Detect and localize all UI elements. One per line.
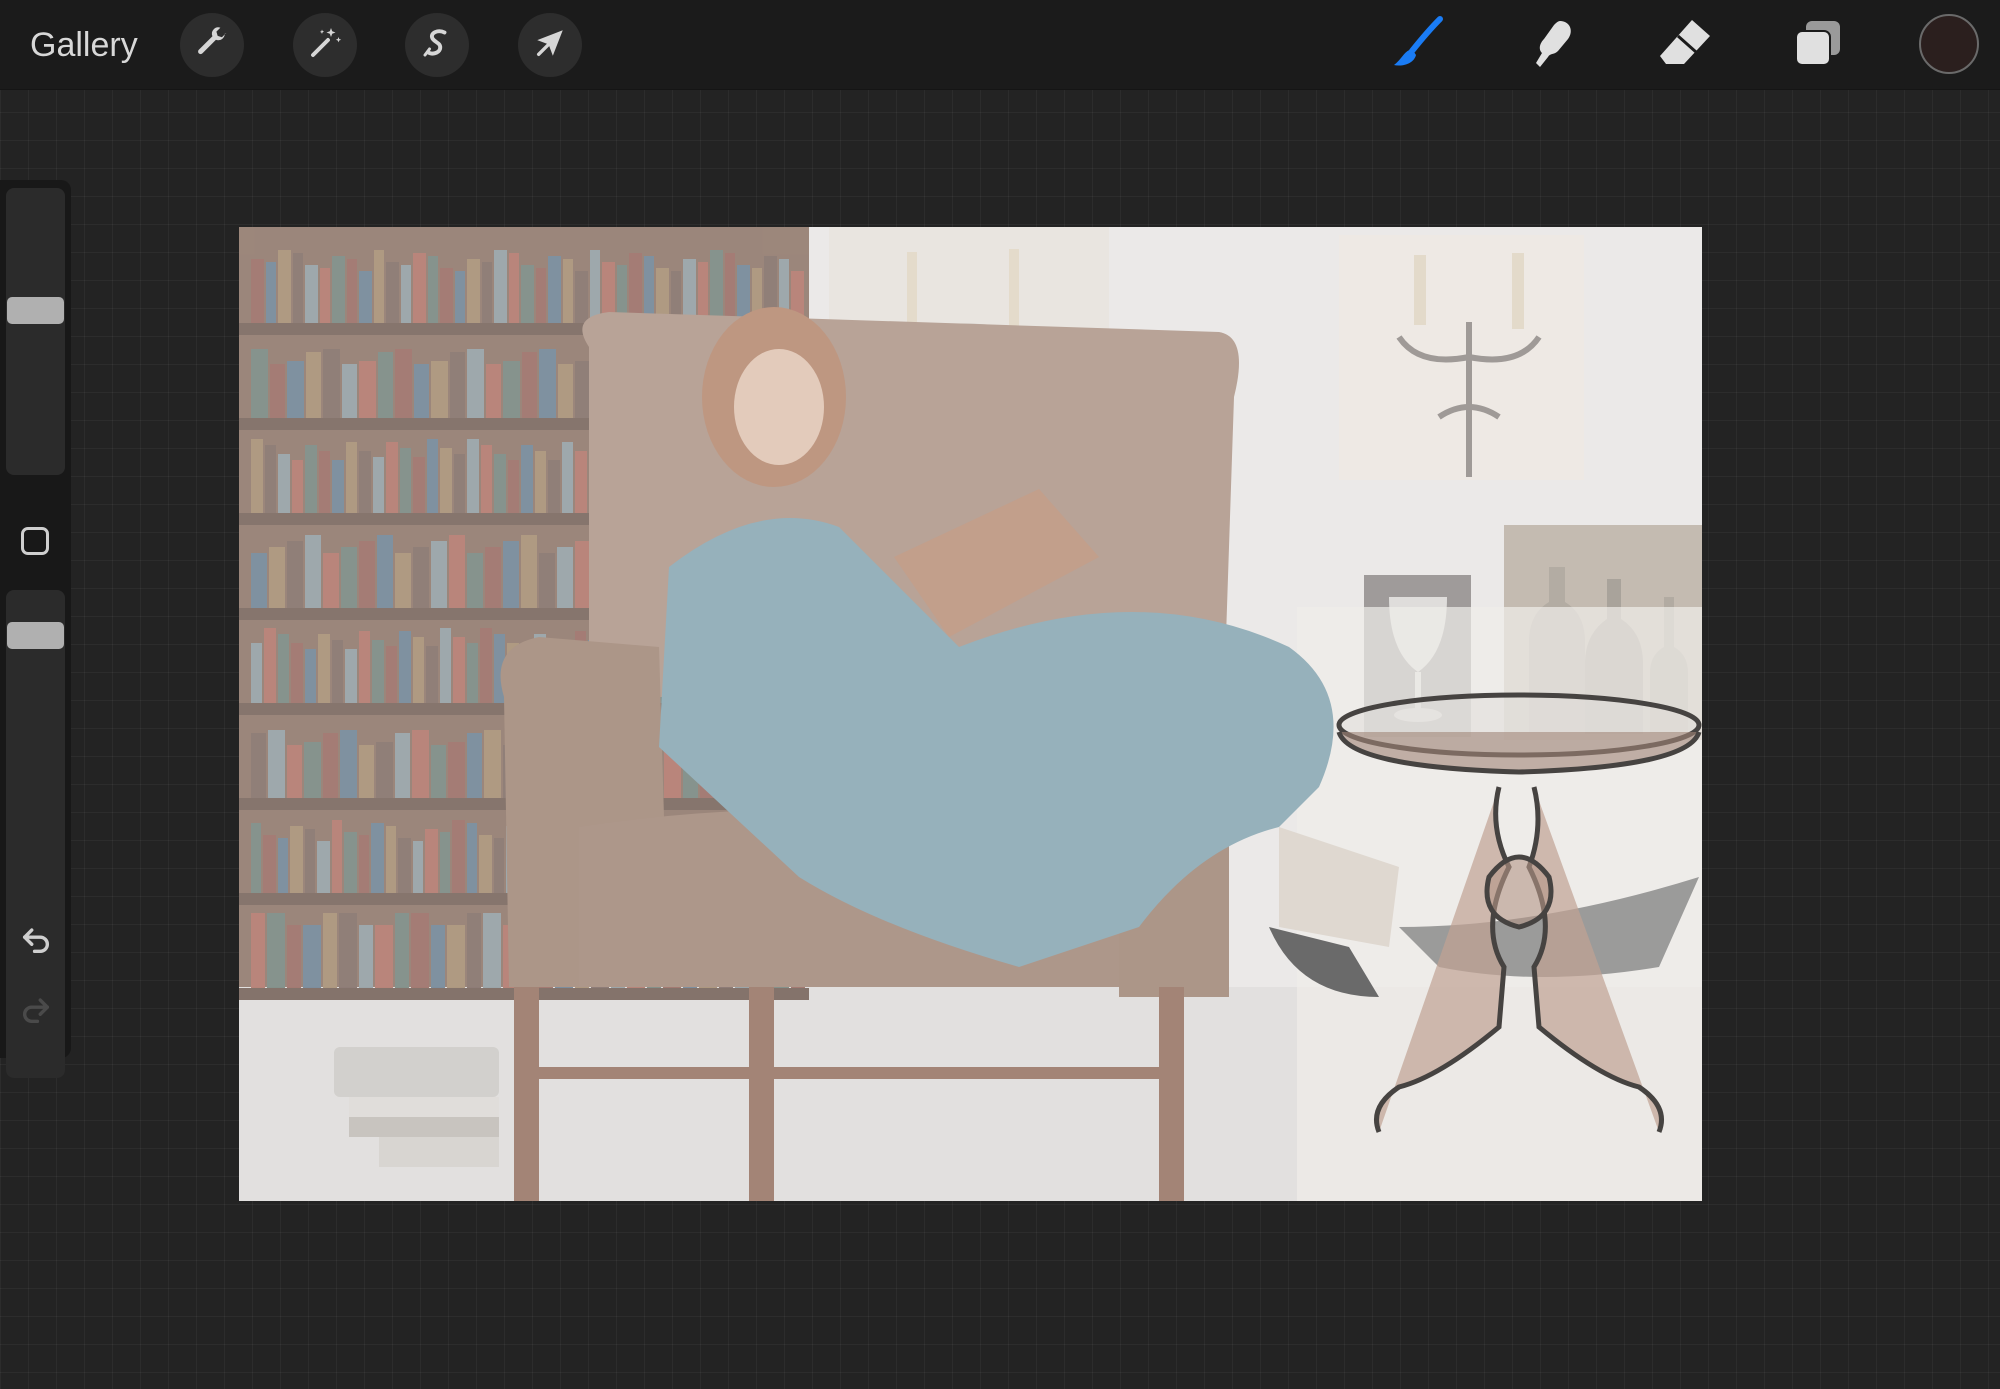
opacity-thumb[interactable]	[7, 622, 64, 649]
eraser-icon	[1656, 14, 1714, 77]
magic-wand-icon	[307, 25, 343, 66]
layers-icon	[1792, 17, 1844, 74]
layers-button[interactable]	[1785, 12, 1851, 78]
brush-size-thumb[interactable]	[7, 297, 64, 324]
adjustments-button[interactable]	[293, 13, 357, 77]
actions-button[interactable]	[180, 13, 244, 77]
transform-button[interactable]	[518, 13, 582, 77]
eraser-button[interactable]	[1652, 12, 1718, 78]
canvas-artwork	[239, 227, 1702, 1201]
redo-icon	[19, 993, 53, 1032]
wrench-icon	[195, 26, 229, 65]
undo-button[interactable]	[14, 920, 58, 964]
left-sidebar	[0, 180, 71, 1078]
undo-icon	[19, 923, 53, 962]
selection-s-icon	[419, 25, 455, 66]
brush-size-slider[interactable]	[6, 188, 65, 475]
redo-button[interactable]	[14, 990, 58, 1034]
brush-icon	[1388, 13, 1448, 78]
selection-button[interactable]	[405, 13, 469, 77]
top-toolbar: Gallery	[0, 0, 2000, 90]
smudge-button[interactable]	[1519, 12, 1585, 78]
gallery-button[interactable]: Gallery	[30, 20, 138, 70]
brush-button[interactable]	[1385, 12, 1451, 78]
drawing-canvas[interactable]	[239, 227, 1702, 1201]
smudge-icon	[1524, 15, 1580, 76]
color-picker-swatch[interactable]	[1919, 14, 1979, 74]
arrow-cursor-icon	[533, 26, 567, 65]
modify-button[interactable]	[21, 527, 49, 555]
